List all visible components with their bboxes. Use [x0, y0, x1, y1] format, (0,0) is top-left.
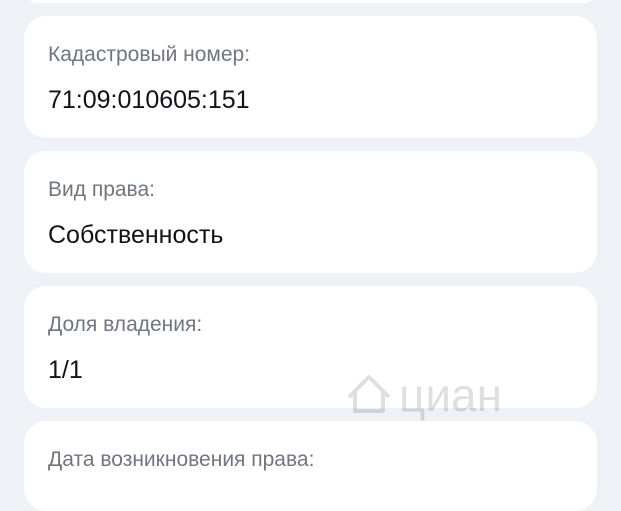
field-value: 1/1 — [48, 356, 83, 384]
field-value: Собственность — [48, 221, 224, 249]
field-card-right-type: Вид права: Собственность — [24, 151, 597, 273]
cian-house-logo-icon: циан — [347, 369, 502, 421]
watermark: циан — [345, 355, 545, 425]
field-label: Вид права: — [48, 178, 155, 201]
field-label: Доля владения: — [48, 313, 203, 336]
field-value: 71:09:010605:151 — [48, 86, 250, 114]
field-card-cadastral-number: Кадастровый номер: 71:09:010605:151 — [24, 16, 597, 138]
watermark-text: циан — [399, 369, 502, 421]
field-card-right-date: Дата возникновения права: — [24, 421, 597, 511]
field-label: Дата возникновения права: — [48, 448, 315, 471]
field-label: Кадастровый номер: — [48, 43, 251, 66]
previous-field-card — [24, 0, 597, 3]
